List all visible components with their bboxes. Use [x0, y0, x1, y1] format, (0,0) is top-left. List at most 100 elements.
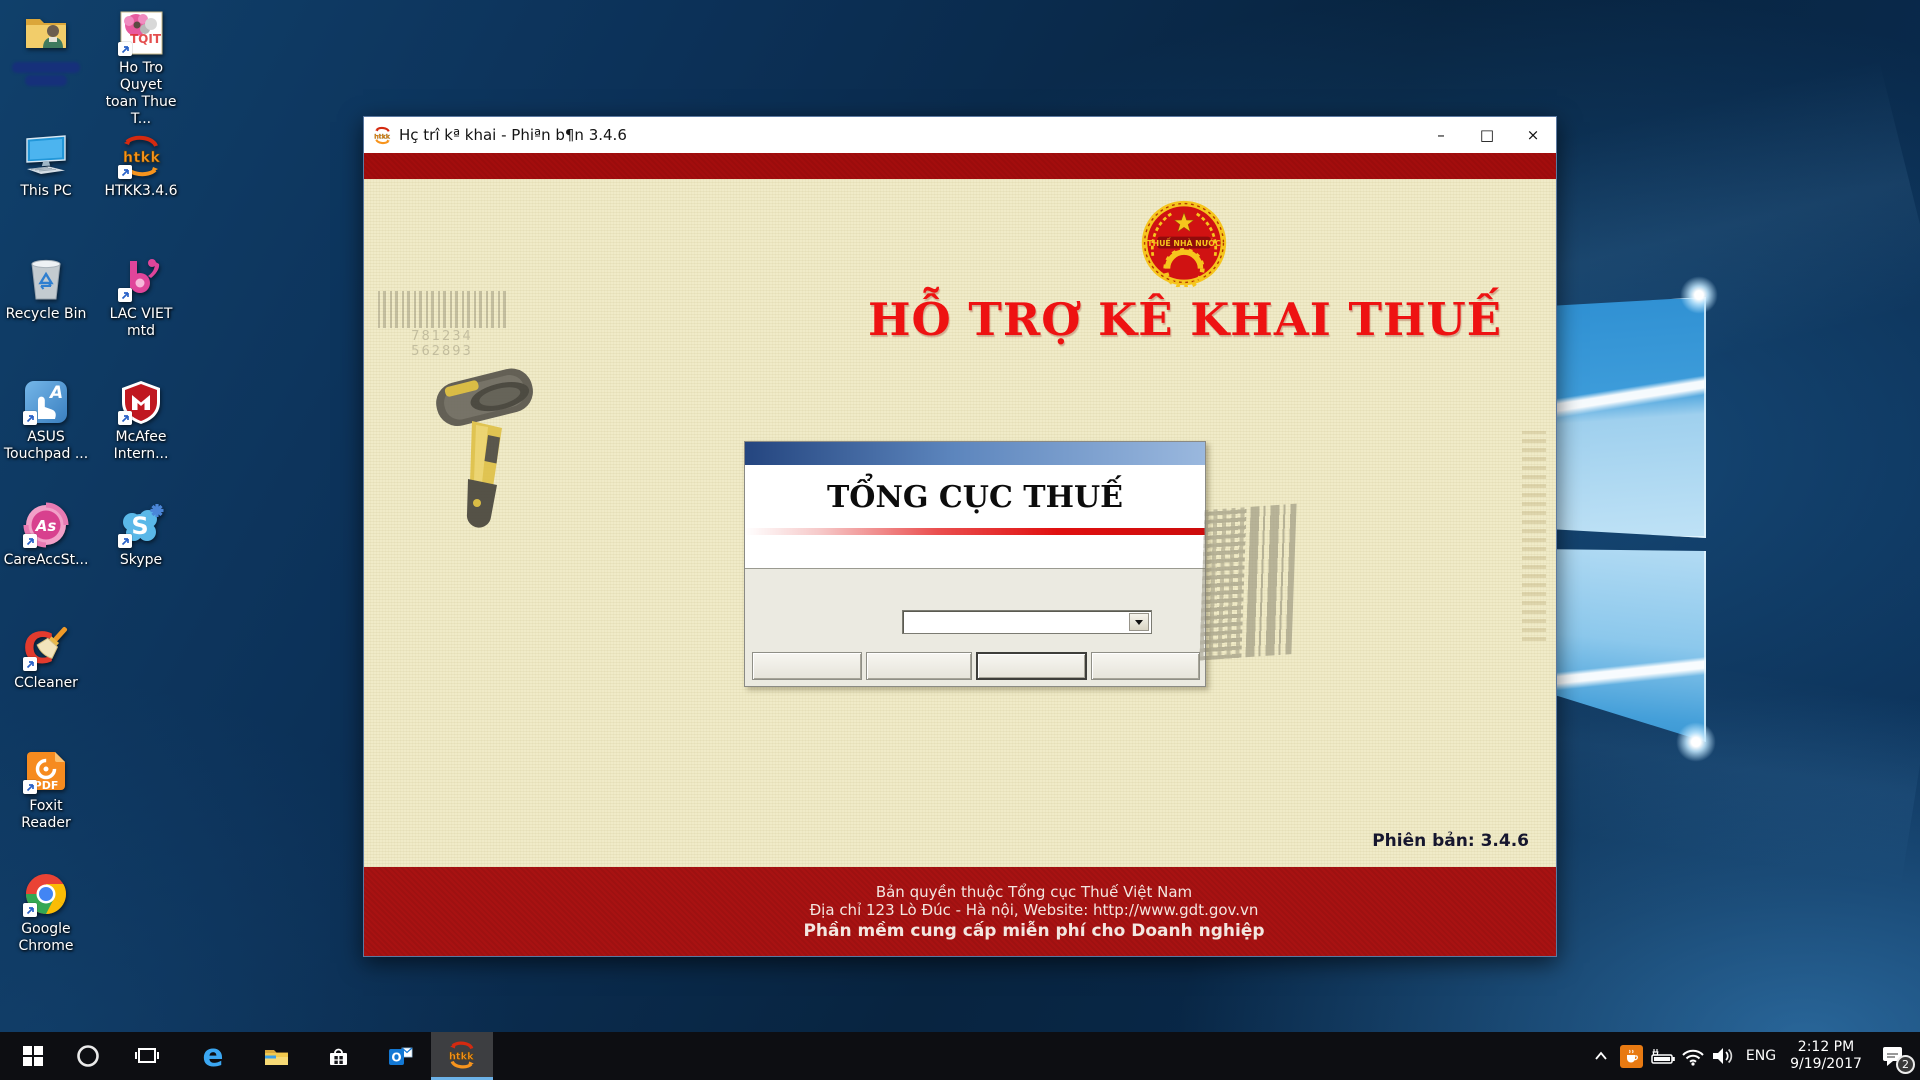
mcafee-shield-icon: [118, 379, 164, 425]
desktop-icon-htkk[interactable]: htkk HTKK3.4.6: [98, 133, 184, 200]
stamp-icon: TQIT: [118, 10, 164, 56]
desktop-icon-user-folder[interactable]: [3, 10, 89, 88]
task-view-button[interactable]: [123, 1032, 171, 1080]
desktop-icon-careaccst[interactable]: As CareAccSt...: [3, 502, 89, 569]
outlook-icon: O: [387, 1043, 414, 1070]
dialog-button-2[interactable]: [866, 652, 972, 680]
chevron-up-icon: [1592, 1047, 1610, 1065]
barcode-scanner-image: [426, 363, 546, 549]
tray-clock[interactable]: 2:12 PM 9/19/2017: [1784, 1032, 1868, 1080]
svg-text:htkk: htkk: [123, 150, 160, 166]
shortcut-arrow-icon: [118, 534, 132, 548]
desktop-icon-asus-touchpad[interactable]: A ASUSTouchpad ...: [3, 379, 89, 463]
chevron-down-icon: [1135, 620, 1143, 625]
asus-touchpad-icon: A: [23, 379, 69, 425]
desktop-icon-skype[interactable]: S Skype: [98, 502, 184, 569]
close-button[interactable]: ×: [1510, 117, 1556, 153]
dialog-button-3-default[interactable]: [976, 652, 1087, 680]
desktop-icon-label: This PC: [20, 183, 71, 200]
desktop-icon-mcafee[interactable]: McAfeeIntern...: [98, 379, 184, 463]
tax-code-combobox[interactable]: [902, 610, 1152, 634]
shortcut-arrow-icon: [118, 411, 132, 425]
cortana-button[interactable]: [64, 1032, 112, 1080]
action-center-button[interactable]: 2: [1868, 1032, 1918, 1080]
desktop-icon-label: CareAccSt...: [4, 552, 89, 569]
tray-language-indicator[interactable]: ENG: [1738, 1032, 1784, 1080]
recycle-bin-icon: [23, 256, 69, 302]
svg-text:htkk: htkk: [374, 133, 390, 140]
svg-text:TQIT: TQIT: [130, 32, 162, 46]
dialog-button-1[interactable]: [752, 652, 862, 680]
dialog-title: TỔNG CỤC THUẾ: [745, 480, 1205, 515]
svg-text:As: As: [35, 517, 57, 535]
shortcut-arrow-icon: [23, 534, 37, 548]
htkk-taskbar-button-active[interactable]: htkk: [431, 1032, 493, 1080]
tray-show-hidden-icons[interactable]: [1586, 1032, 1616, 1080]
glow-sparkle: [1680, 276, 1718, 314]
desktop-icon-label: Recycle Bin: [6, 306, 87, 323]
skype-icon: S: [118, 502, 164, 548]
emblem-text: THUẾ NHÀ NƯỚC: [1147, 238, 1221, 248]
window-title: Hç trî kª khai - Phiªn b¶n 3.4.6: [399, 126, 627, 144]
desktop-icon-recycle-bin[interactable]: Recycle Bin: [3, 256, 89, 323]
shortcut-arrow-icon: [118, 165, 132, 179]
desktop-icon-ho-tro-quyet-toan[interactable]: TQIT Ho Tro Quyettoan Thue T...: [98, 10, 184, 128]
desktop-icon-ccleaner[interactable]: C CCleaner: [3, 625, 89, 692]
file-explorer-button[interactable]: [252, 1032, 300, 1080]
shortcut-arrow-icon: [23, 657, 37, 671]
tray-network[interactable]: [1678, 1032, 1708, 1080]
careacc-icon: As: [23, 502, 69, 548]
version-label: Phiên bản: 3.4.6: [1372, 831, 1529, 851]
barcode-numbers: 781234 562893: [378, 329, 506, 359]
edge-button[interactable]: e: [189, 1032, 237, 1080]
barcode-watermark-left: 781234 562893: [378, 291, 506, 359]
tax-code-dialog: TỔNG CỤC THUẾ: [744, 441, 1206, 687]
desktop-icon-lac-viet[interactable]: LAC VIET mtd: [98, 256, 184, 340]
dialog-blue-bar: [745, 442, 1205, 465]
glow-sparkle: [1676, 722, 1716, 762]
maximize-button[interactable]: □: [1464, 117, 1510, 153]
window-footer: Bản quyền thuộc Tổng cục Thuế Việt Nam Đ…: [364, 867, 1556, 956]
windows-logo-icon: [21, 1044, 45, 1068]
desktop-icon-this-pc[interactable]: This PC: [3, 133, 89, 200]
desktop-icon-label: CCleaner: [14, 675, 78, 692]
shortcut-arrow-icon: [23, 903, 37, 917]
file-explorer-icon: [263, 1043, 290, 1070]
dialog-button-4[interactable]: [1091, 652, 1200, 680]
window-titlebar[interactable]: htkk Hç trî kª khai - Phiªn b¶n 3.4.6 – …: [364, 117, 1556, 153]
svg-text:A: A: [48, 383, 63, 403]
tray-java-update[interactable]: [1616, 1032, 1646, 1080]
svg-text:S: S: [131, 512, 148, 540]
taskbar: e O htkk: [0, 1032, 1920, 1080]
desktop-icon-google-chrome[interactable]: GoogleChrome: [3, 871, 89, 955]
tray-battery[interactable]: [1646, 1032, 1678, 1080]
combobox-dropdown-button[interactable]: [1129, 613, 1149, 631]
shortcut-arrow-icon: [23, 780, 37, 794]
edge-icon: e: [202, 1041, 223, 1072]
outlook-button[interactable]: O: [376, 1032, 424, 1080]
barcode-watermark-right-edge: [1522, 431, 1546, 641]
notification-count-badge: 2: [1896, 1055, 1915, 1074]
desktop-icon-label: GoogleChrome: [19, 921, 74, 955]
speaker-icon: [1711, 1046, 1735, 1066]
footer-copyright: Bản quyền thuộc Tổng cục Thuế Việt Nam: [512, 883, 1556, 901]
window-content: 781234 562893: [364, 179, 1556, 867]
svg-text:PDF: PDF: [34, 779, 59, 792]
desktop-icon-label: Foxit Reader: [3, 798, 89, 832]
foxit-pdf-icon: PDF: [23, 748, 69, 794]
start-button[interactable]: [9, 1032, 57, 1080]
shortcut-arrow-icon: [23, 411, 37, 425]
tray-date: 9/19/2017: [1790, 1056, 1862, 1073]
cortana-circle-icon: [75, 1043, 101, 1069]
desktop-icon-label: LAC VIET mtd: [98, 306, 184, 340]
user-folder-icon: [23, 10, 69, 56]
battery-icon: [1649, 1047, 1676, 1065]
tax-department-emblem: THUẾ NHÀ NƯỚC: [1140, 199, 1228, 287]
ccleaner-icon: C: [23, 625, 69, 671]
minimize-button[interactable]: –: [1418, 117, 1464, 153]
header-red-band: [364, 153, 1556, 179]
store-button[interactable]: [314, 1032, 362, 1080]
desktop-icon-foxit-reader[interactable]: PDF Foxit Reader: [3, 748, 89, 832]
tray-volume[interactable]: [1708, 1032, 1738, 1080]
shortcut-arrow-icon: [118, 288, 132, 302]
